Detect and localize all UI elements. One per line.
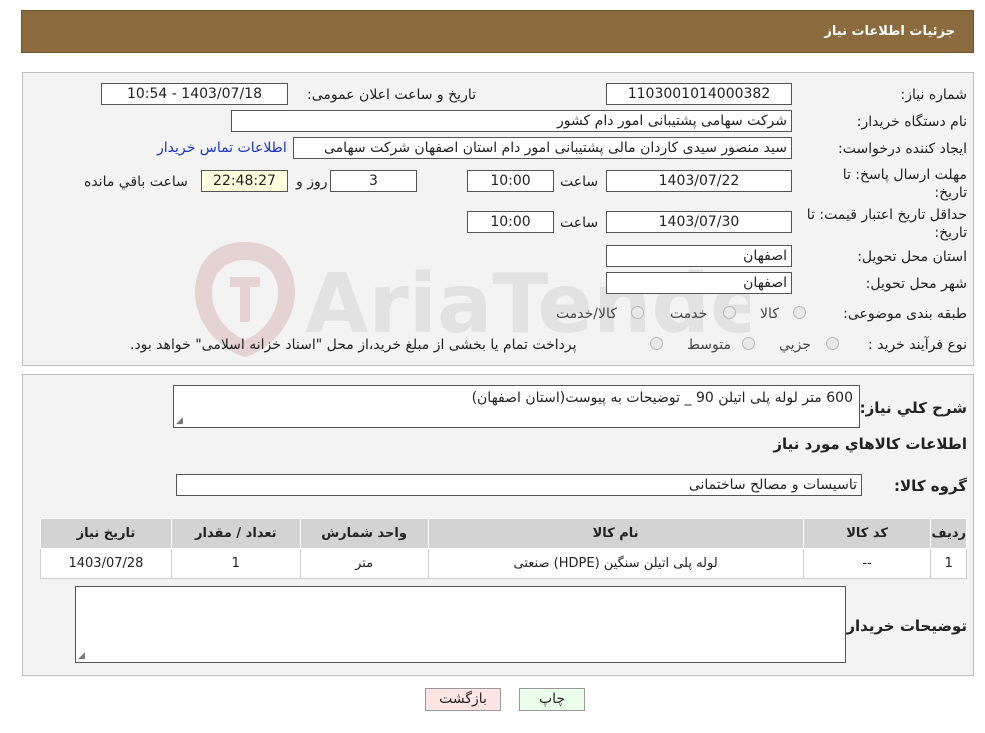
process-label: نوع فرآیند خرید : [868,337,967,353]
goods-table: ردیف کد کالا نام کالا واحد شمارش تعداد /… [40,518,967,579]
process-medium-radio[interactable] [742,337,755,350]
city-label: شهر محل تحویل: [865,276,967,292]
col-date-header: تاریخ نیاز [40,518,172,549]
process-medium-label: متوسط [687,337,731,353]
province-label: استان محل تحویل: [857,249,967,265]
goods-group-label: گروه كالا: [894,477,967,495]
deadline-time-label: ساعت [560,174,599,190]
category-service-radio[interactable] [723,306,736,319]
remaining-label: ساعت باقي مانده [84,174,188,190]
page-header: جزئیات اطلاعات نیاز [21,10,974,53]
category-goods-radio[interactable] [793,306,806,319]
print-button[interactable]: چاپ [519,688,585,711]
category-service-label: خدمت [670,306,708,322]
category-both-label: کالا/خدمت [556,306,617,322]
col-unit-header: واحد شمارش [299,518,429,549]
creator-field[interactable]: سید منصور سیدی کاردان مالی پشتیبانی امور… [293,137,792,159]
category-goods-label: کالا [760,306,779,322]
remaining-time-field[interactable]: 22:48:27 [201,170,288,192]
resize-grip-icon[interactable]: ◢ [176,416,183,426]
province-field[interactable]: اصفهان [606,245,792,267]
description-label: شرح كلي نياز: [859,399,967,417]
description-text: 600 متر لوله پلی اتیلن 90 _ توضیحات به پ… [471,390,853,406]
buyer-notes-label: توضيحات خريدار: [840,617,967,635]
process-partial-radio[interactable] [826,337,839,350]
need-number-label: شماره نیاز: [900,87,968,103]
validity-date-field[interactable]: 1403/07/30 [606,211,792,233]
days-label: روز و [296,174,328,190]
back-button[interactable]: بازگشت [425,688,501,711]
col-code-header: کد کالا [802,518,932,549]
cell-qty: 1 [170,548,301,579]
validity-time-field[interactable]: 10:00 [467,211,554,233]
deadline-date-field[interactable]: 1403/07/22 [606,170,792,192]
cell-code: -- [802,548,932,579]
category-label: طبقه بندی موضوعی: [843,306,967,322]
goods-info-title: اطلاعات كالاهاي مورد نياز [773,435,967,453]
creator-label: ایجاد کننده درخواست: [838,141,967,157]
announce-datetime-field[interactable]: 1403/07/18 - 10:54 [101,83,288,105]
treasury-docs-radio[interactable] [650,337,663,350]
city-field[interactable]: اصفهان [606,272,792,294]
deadline-time-field[interactable]: 10:00 [467,170,554,192]
description-textarea[interactable]: 600 متر لوله پلی اتیلن 90 _ توضیحات به پ… [173,385,860,428]
announce-label: تاریخ و ساعت اعلان عمومی: [307,87,476,103]
min-validity-label: حداقل تاریخ اعتبار قیمت: تا تاریخ: [806,207,967,241]
resize-grip-icon[interactable]: ◢ [78,651,85,661]
cell-name: لوله پلی اتیلن سنگین (HDPE) صنعتی [427,548,804,579]
need-number-field[interactable]: 1103001014000382 [606,83,792,105]
category-both-radio[interactable] [631,306,644,319]
table-header-row: ردیف کد کالا نام کالا واحد شمارش تعداد /… [40,518,967,549]
payment-note: پرداخت تمام یا بخشی از مبلغ خرید،از محل … [130,337,577,353]
buyer-notes-textarea[interactable]: ◢ [75,586,846,663]
col-name-header: نام کالا [427,518,804,549]
col-row-header: ردیف [930,518,967,549]
goods-group-field[interactable]: تاسیسات و مصالح ساختمانی [176,474,862,496]
buyer-org-label: نام دستگاه خریدار: [856,114,967,130]
deadline-label: مهلت ارسال پاسخ: تا تاریخ: [842,167,967,201]
col-qty-header: تعداد / مقدار [170,518,301,549]
days-field[interactable]: 3 [330,170,417,192]
table-row[interactable]: 1 -- لوله پلی اتیلن سنگین (HDPE) صنعتی م… [40,548,967,579]
cell-date: 1403/07/28 [40,548,172,579]
process-partial-label: جزیي [779,337,811,353]
buyer-org-field[interactable]: شرکت سهامی پشتیبانی امور دام کشور [231,110,792,132]
cell-unit: متر [299,548,429,579]
validity-time-label: ساعت [560,215,599,231]
cell-row: 1 [930,548,967,579]
page-title: جزئیات اطلاعات نیاز [824,24,955,39]
contact-buyer-link[interactable]: اطلاعات تماس خریدار [157,140,287,156]
